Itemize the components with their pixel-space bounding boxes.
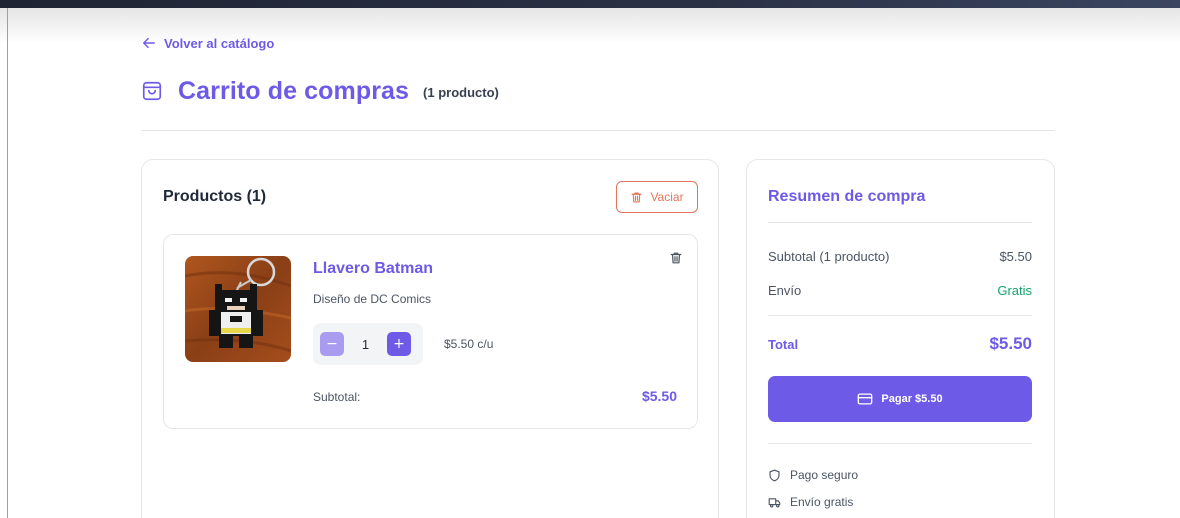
summary-subtotal-row: Subtotal (1 producto) $5.50 (768, 249, 1032, 264)
secure-payment-feature: Pago seguro (768, 468, 858, 482)
pay-button[interactable]: Pagar $5.50 (768, 376, 1032, 422)
clear-cart-button[interactable]: Vaciar (616, 181, 698, 213)
arrow-left-icon (143, 37, 155, 49)
summary-title: Resumen de compra (768, 188, 926, 205)
free-shipping-label: Envío gratis (790, 495, 854, 509)
summary-shipping-value: Gratis (997, 283, 1032, 298)
shield-icon (769, 469, 780, 481)
browser-top-bar (0, 0, 1180, 8)
cart-count: (1 producto) (423, 85, 499, 100)
product-image (185, 256, 291, 362)
summary-shipping-label: Envío (768, 283, 802, 298)
item-subtotal-label: Subtotal: (313, 390, 361, 404)
decrease-quantity-button[interactable]: − (320, 332, 344, 356)
summary-shipping-row: Envío Gratis (768, 283, 1032, 298)
item-name[interactable]: Llavero Batman (313, 260, 433, 278)
quantity-stepper: − 1 + (313, 323, 423, 365)
window-edge (7, 8, 8, 518)
shopping-bag-icon (142, 81, 162, 101)
free-shipping-feature: Envío gratis (768, 495, 853, 509)
clear-cart-label: Vaciar (650, 190, 684, 204)
summary-subtotal-label: Subtotal (1 producto) (768, 249, 890, 264)
quantity-value: 1 (361, 336, 370, 352)
back-to-catalog-link[interactable]: Volver al catálogo (142, 34, 274, 52)
summary-divider (768, 222, 1032, 223)
item-subtotal-value: $5.50 (641, 388, 677, 404)
pay-button-label: Pagar $5.50 (881, 393, 943, 405)
summary-divider (768, 315, 1032, 316)
unit-price: $5.50 c/u (444, 337, 494, 351)
page-title: Carrito de compras (178, 76, 410, 105)
item-description: Diseño de DC Comics (313, 292, 432, 306)
batman-keychain-image (185, 256, 291, 362)
page-header: Carrito de compras (1 producto) (141, 74, 499, 108)
products-card: Productos (1) Vaciar Llavero Batman Dise… (141, 159, 719, 518)
remove-item-trash-icon[interactable] (669, 251, 683, 265)
cart-item: Llavero Batman Diseño de DC Comics − 1 +… (163, 234, 698, 429)
summary-total-value: $5.50 (989, 334, 1032, 353)
back-link-label: Volver al catálogo (164, 35, 275, 51)
header-divider (141, 130, 1055, 131)
order-summary-card: Resumen de compra Subtotal (1 producto) … (746, 159, 1055, 518)
credit-card-icon (858, 393, 873, 405)
summary-subtotal-value: $5.50 (999, 249, 1032, 264)
summary-divider (768, 443, 1032, 444)
summary-total-row: Total $5.50 (768, 334, 1032, 354)
trash-icon (631, 191, 642, 203)
products-title: Productos (1) (163, 188, 267, 205)
secure-payment-label: Pago seguro (790, 468, 859, 482)
truck-icon (768, 497, 781, 507)
increase-quantity-button[interactable]: + (387, 332, 411, 356)
summary-total-label: Total (768, 336, 799, 352)
